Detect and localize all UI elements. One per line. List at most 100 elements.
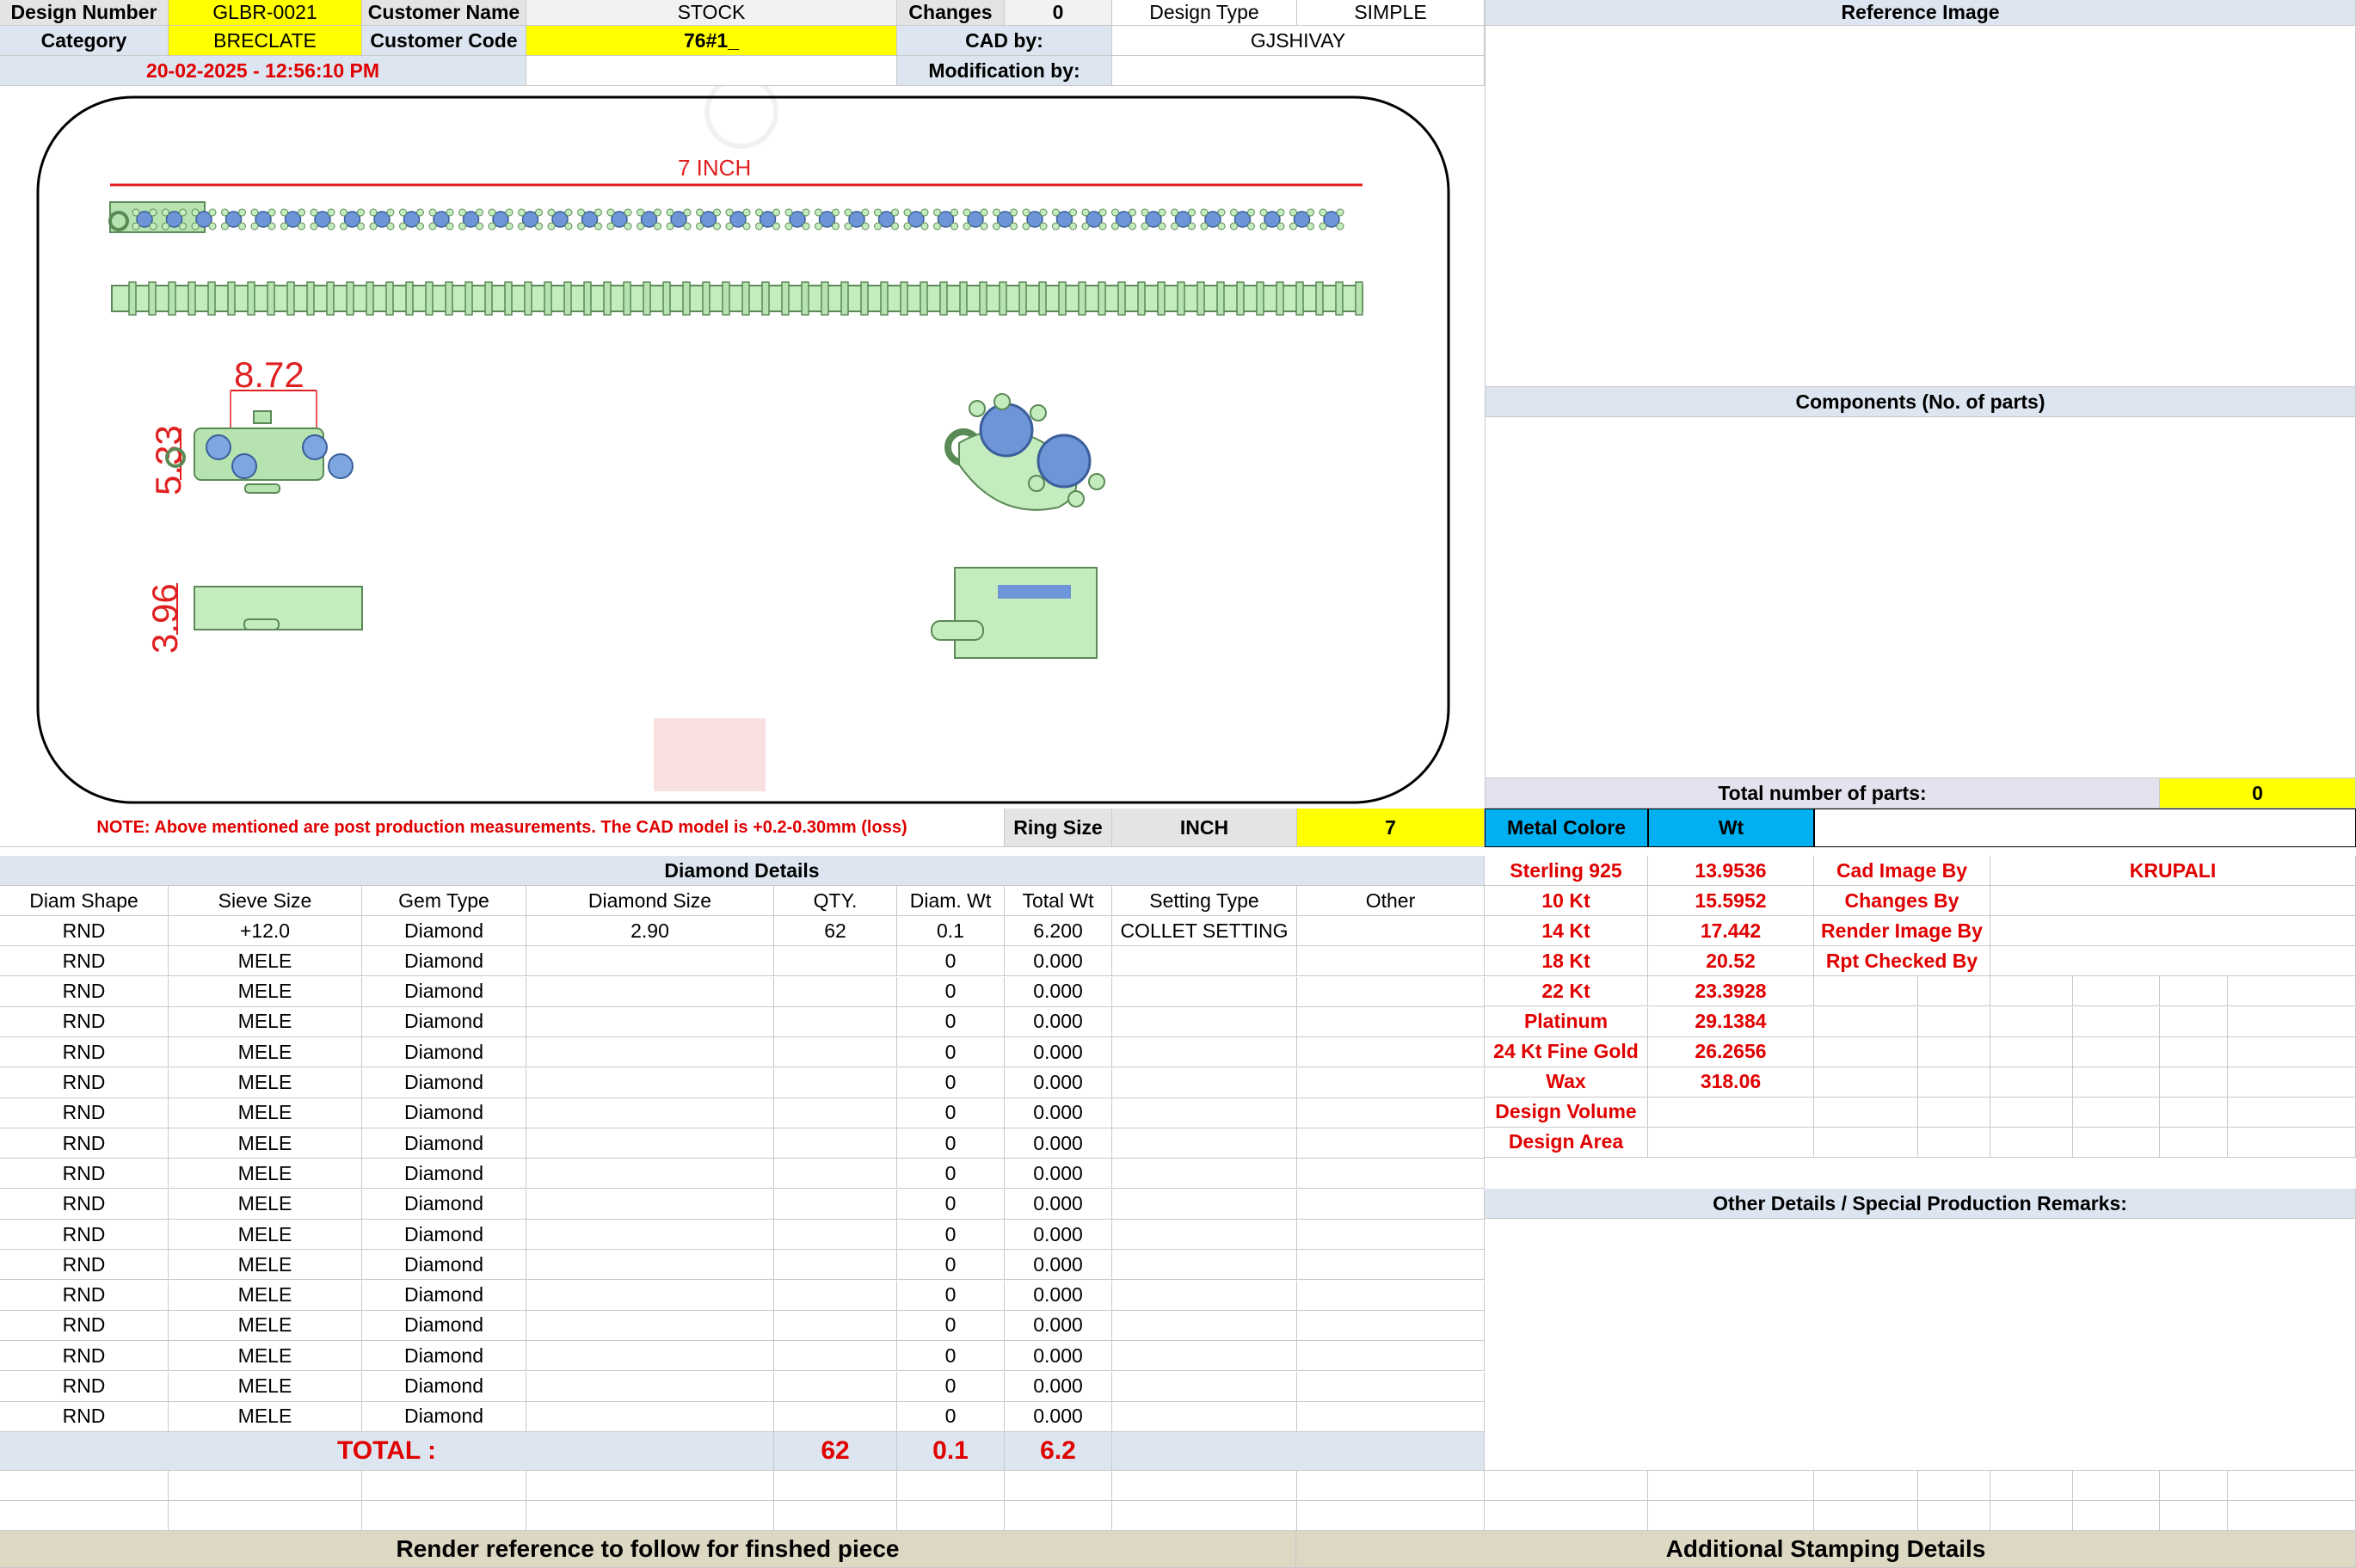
diamond-cell[interactable]: Diamond [362, 1037, 526, 1068]
diamond-cell[interactable] [1112, 1128, 1297, 1159]
diamond-cell[interactable]: RND [0, 1310, 169, 1341]
diamond-cell[interactable]: 0 [897, 1250, 1005, 1281]
diamond-cell[interactable] [526, 1037, 774, 1068]
credit-value[interactable] [1990, 946, 2356, 977]
diamond-cell[interactable] [1112, 1189, 1297, 1220]
category-value[interactable]: BRECLATE [169, 26, 362, 56]
design-number-value[interactable]: GLBR-0021 [169, 0, 362, 26]
diamond-cell[interactable]: Diamond [362, 976, 526, 1007]
diamond-cell[interactable] [526, 1310, 774, 1341]
diamond-cell[interactable] [1297, 1341, 1485, 1372]
ring-size-unit[interactable]: INCH [1112, 809, 1297, 847]
diamond-cell[interactable] [774, 1371, 897, 1402]
metal-weight[interactable] [1648, 1097, 1814, 1128]
diamond-cell[interactable]: 0 [897, 1128, 1005, 1159]
diamond-cell[interactable] [526, 1280, 774, 1311]
diamond-cell[interactable]: 0.000 [1005, 1037, 1112, 1068]
diamond-cell[interactable] [1112, 1220, 1297, 1250]
diamond-cell[interactable]: RND [0, 1280, 169, 1311]
total-parts-value[interactable]: 0 [2160, 778, 2356, 809]
diamond-cell[interactable]: 0.000 [1005, 1280, 1112, 1311]
diamond-cell[interactable]: 0.000 [1005, 976, 1112, 1007]
diamond-cell[interactable] [526, 1159, 774, 1190]
diamond-cell[interactable] [1112, 1310, 1297, 1341]
diamond-cell[interactable]: MELE [169, 1037, 362, 1068]
diamond-cell[interactable]: 0 [897, 976, 1005, 1007]
diamond-cell[interactable]: 6.200 [1005, 916, 1112, 946]
diamond-cell[interactable] [1112, 946, 1297, 977]
diamond-cell[interactable] [1297, 976, 1485, 1007]
diamond-cell[interactable] [774, 1401, 897, 1432]
metal-weight[interactable]: 15.5952 [1648, 886, 1814, 917]
diamond-cell[interactable]: MELE [169, 1310, 362, 1341]
diamond-cell[interactable] [1297, 1098, 1485, 1128]
customer-name-value[interactable]: STOCK [526, 0, 897, 26]
diamond-cell[interactable] [1297, 1128, 1485, 1159]
customer-code-value[interactable]: 76#1_ [526, 26, 897, 56]
diamond-cell[interactable]: Diamond [362, 916, 526, 946]
diamond-cell[interactable] [1112, 1006, 1297, 1037]
diamond-cell[interactable] [774, 1067, 897, 1098]
metal-weight[interactable]: 29.1384 [1648, 1006, 1814, 1037]
diamond-cell[interactable]: RND [0, 1371, 169, 1402]
diamond-cell[interactable]: MELE [169, 1250, 362, 1281]
diamond-cell[interactable]: +12.0 [169, 916, 362, 946]
diamond-cell[interactable] [774, 1341, 897, 1372]
diamond-cell[interactable]: 0 [897, 1037, 1005, 1068]
metal-weight[interactable]: 23.3928 [1648, 976, 1814, 1007]
diamond-cell[interactable]: 0 [897, 946, 1005, 977]
design-type-value[interactable]: SIMPLE [1297, 0, 1485, 26]
diamond-cell[interactable]: 0.000 [1005, 1098, 1112, 1128]
diamond-cell[interactable]: MELE [169, 1280, 362, 1311]
diamond-cell[interactable]: RND [0, 916, 169, 946]
diamond-cell[interactable] [1297, 946, 1485, 977]
diamond-cell[interactable] [1112, 1037, 1297, 1068]
diamond-cell[interactable] [526, 1098, 774, 1128]
diamond-cell[interactable] [526, 1067, 774, 1098]
diamond-column-header[interactable]: Total Wt [1005, 886, 1112, 916]
diamond-cell[interactable]: 0 [897, 1280, 1005, 1311]
diamond-cell[interactable]: 0.000 [1005, 1310, 1112, 1341]
ring-size-value[interactable]: 7 [1297, 809, 1485, 847]
diamond-cell[interactable] [526, 1006, 774, 1037]
diamond-cell[interactable]: 0.000 [1005, 1220, 1112, 1250]
diamond-cell[interactable]: 0 [897, 1220, 1005, 1250]
diamond-cell[interactable]: 0.000 [1005, 1006, 1112, 1037]
diamond-cell[interactable]: RND [0, 1250, 169, 1281]
diamond-cell[interactable]: MELE [169, 1159, 362, 1190]
diamond-column-header[interactable]: QTY. [774, 886, 897, 916]
diamond-cell[interactable]: Diamond [362, 1128, 526, 1159]
credit-value[interactable] [1990, 916, 2356, 947]
diamond-cell[interactable]: 0.000 [1005, 1341, 1112, 1372]
diamond-cell[interactable] [1112, 1159, 1297, 1190]
diamond-cell[interactable] [774, 1250, 897, 1281]
diamond-cell[interactable]: Diamond [362, 946, 526, 977]
diamond-cell[interactable]: 0 [897, 1098, 1005, 1128]
diamond-cell[interactable] [526, 1341, 774, 1372]
diamond-cell[interactable] [774, 1159, 897, 1190]
diamond-cell[interactable] [526, 976, 774, 1007]
diamond-cell[interactable]: Diamond [362, 1098, 526, 1128]
diamond-cell[interactable]: Diamond [362, 1189, 526, 1220]
diamond-cell[interactable]: 0 [897, 1159, 1005, 1190]
diamond-cell[interactable] [526, 1371, 774, 1402]
diamond-column-header[interactable]: Diamond Size [526, 886, 774, 916]
diamond-cell[interactable]: Diamond [362, 1401, 526, 1432]
diamond-cell[interactable]: RND [0, 1037, 169, 1068]
diamond-cell[interactable]: MELE [169, 1401, 362, 1432]
diamond-cell[interactable] [1297, 916, 1485, 946]
diamond-cell[interactable] [774, 946, 897, 977]
diamond-cell[interactable]: MELE [169, 1098, 362, 1128]
diamond-cell[interactable] [1297, 1310, 1485, 1341]
diamond-cell[interactable] [774, 1128, 897, 1159]
diamond-cell[interactable]: MELE [169, 1220, 362, 1250]
diamond-cell[interactable]: RND [0, 1189, 169, 1220]
diamond-cell[interactable]: Diamond [362, 1310, 526, 1341]
modification-value[interactable] [1112, 56, 1485, 86]
diamond-cell[interactable]: MELE [169, 1128, 362, 1159]
diamond-cell[interactable] [1112, 1098, 1297, 1128]
diamond-cell[interactable]: Diamond [362, 1220, 526, 1250]
diamond-cell[interactable]: RND [0, 976, 169, 1007]
diamond-cell[interactable]: 0.000 [1005, 1189, 1112, 1220]
diamond-cell[interactable]: Diamond [362, 1067, 526, 1098]
